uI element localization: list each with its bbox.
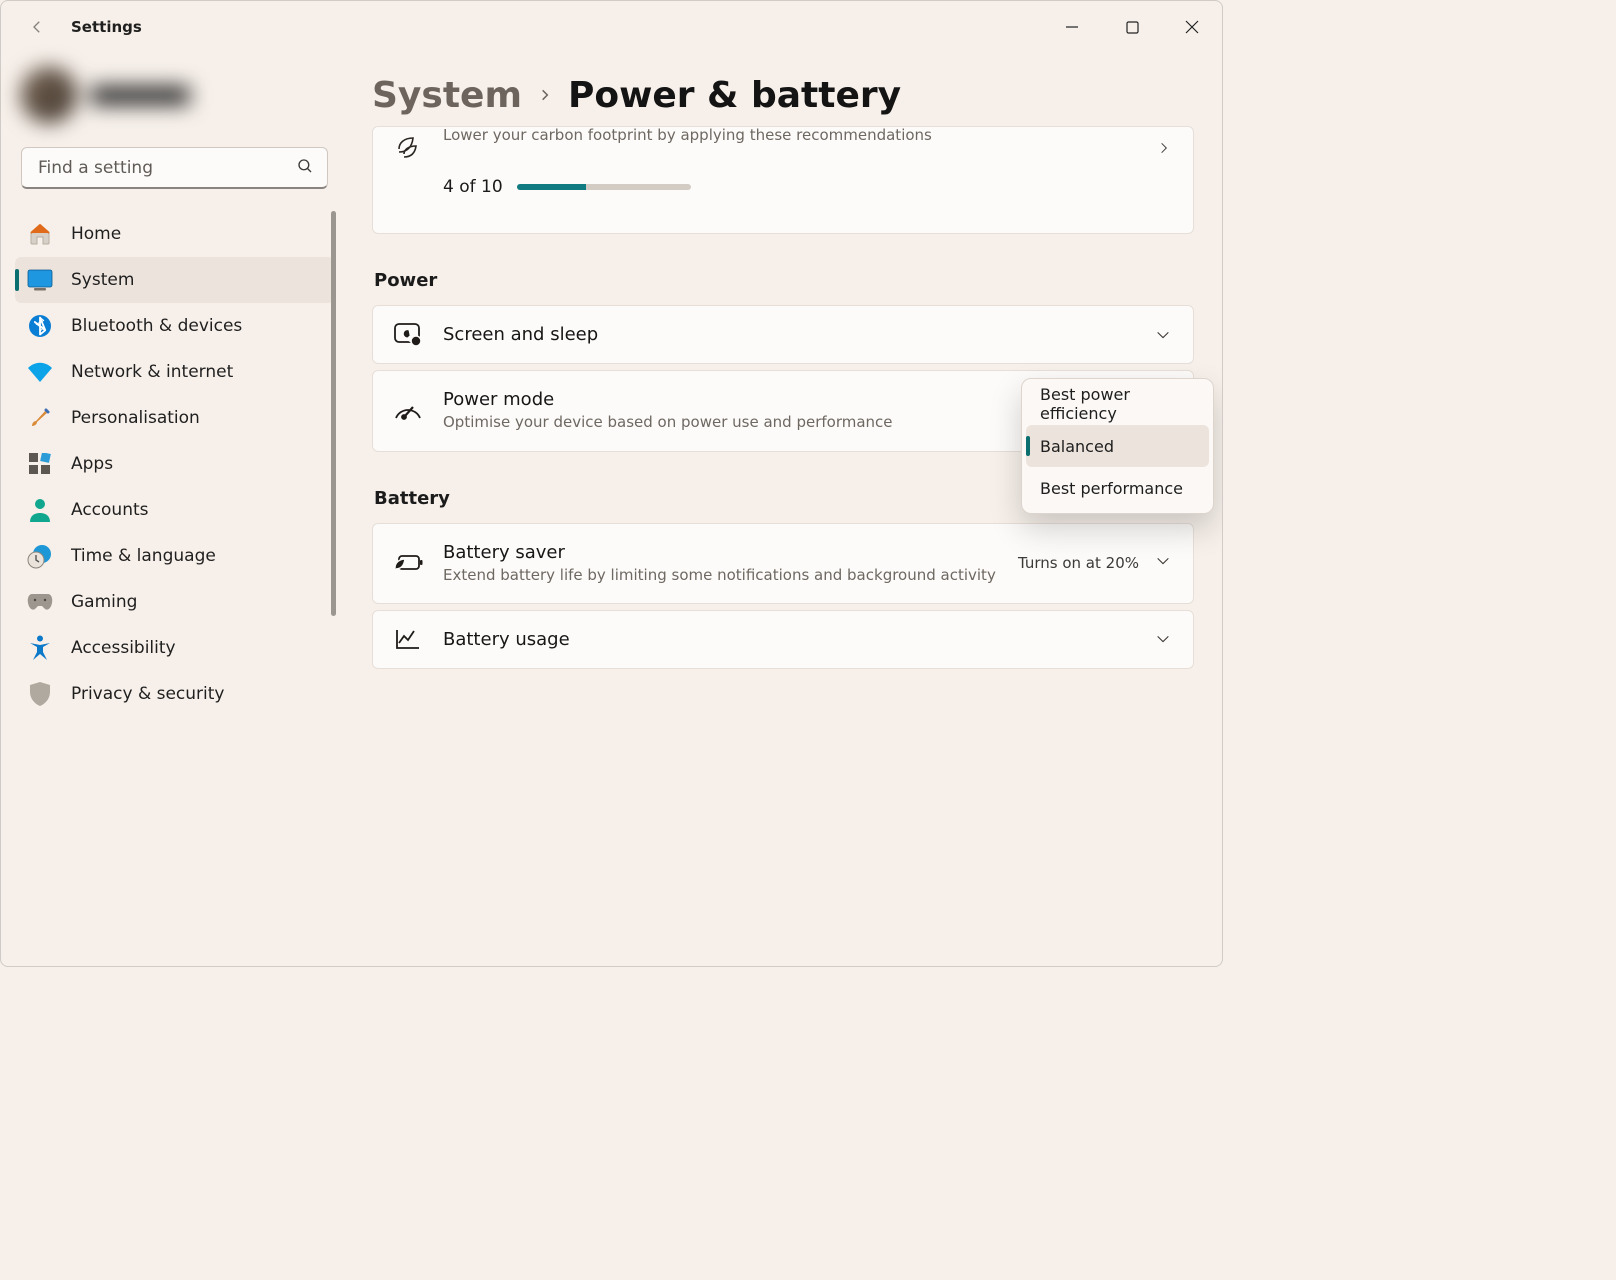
page-title: Power & battery [568, 75, 901, 116]
system-icon [27, 267, 53, 293]
battery-saver-status: Turns on at 20% [1018, 554, 1139, 572]
section-header-power: Power [374, 270, 1194, 291]
chevron-right-icon [538, 83, 552, 108]
bluetooth-icon [27, 313, 53, 339]
leaf-icon [373, 127, 443, 163]
close-button[interactable] [1162, 5, 1222, 49]
main-pane: System Power & battery Lower your carbon… [348, 53, 1222, 966]
home-icon [27, 221, 53, 247]
sidebar-item-label: Gaming [71, 592, 137, 612]
sidebar-item-label: Time & language [71, 546, 216, 566]
eco-progress-label: 4 of 10 [443, 177, 503, 197]
chart-line-icon [373, 627, 443, 651]
sidebar: ████████ Home System Bluetooth & devices [1, 53, 348, 966]
sidebar-item-label: Home [71, 224, 121, 244]
profile-name: ████████ [91, 86, 189, 105]
chevron-down-icon [1141, 327, 1193, 343]
card-title: Battery saver [443, 542, 1004, 563]
sidebar-item-label: System [71, 270, 134, 290]
back-button[interactable] [19, 9, 55, 45]
gauge-icon [373, 400, 443, 422]
power-mode-option-efficiency[interactable]: Best power efficiency [1026, 383, 1209, 425]
card-title: Battery usage [443, 629, 1141, 650]
sidebar-item-network[interactable]: Network & internet [15, 349, 334, 395]
person-icon [27, 497, 53, 523]
profile-block[interactable]: ████████ [15, 63, 334, 147]
sidebar-item-label: Privacy & security [71, 684, 225, 704]
search-input[interactable] [21, 147, 328, 189]
sidebar-item-home[interactable]: Home [15, 211, 334, 257]
sidebar-item-label: Apps [71, 454, 113, 474]
sidebar-item-label: Accounts [71, 500, 149, 520]
shield-icon [27, 681, 53, 707]
minimize-button[interactable] [1042, 5, 1102, 49]
paintbrush-icon [27, 405, 53, 431]
app-title: Settings [71, 18, 142, 36]
accessibility-icon [27, 635, 53, 661]
sidebar-item-time-language[interactable]: Time & language [15, 533, 334, 579]
breadcrumb-parent[interactable]: System [372, 75, 522, 116]
sidebar-item-system[interactable]: System [15, 257, 334, 303]
window-controls [1042, 5, 1222, 49]
sidebar-item-apps[interactable]: Apps [15, 441, 334, 487]
wifi-icon [27, 359, 53, 385]
card-subtitle: Extend battery life by limiting some not… [443, 565, 1004, 585]
breadcrumb: System Power & battery [372, 75, 1194, 116]
sidebar-item-bluetooth[interactable]: Bluetooth & devices [15, 303, 334, 349]
screen-and-sleep-card[interactable]: Screen and sleep [372, 305, 1194, 364]
maximize-button[interactable] [1102, 5, 1162, 49]
sidebar-item-label: Personalisation [71, 408, 200, 428]
search-icon [296, 157, 314, 179]
apps-icon [27, 451, 53, 477]
avatar [21, 67, 77, 123]
sidebar-item-label: Accessibility [71, 638, 176, 658]
sidebar-item-label: Network & internet [71, 362, 233, 382]
chevron-down-icon [1141, 631, 1193, 647]
screen-sleep-icon [373, 322, 443, 348]
sidebar-item-gaming[interactable]: Gaming [15, 579, 334, 625]
titlebar: Settings [1, 1, 1222, 53]
clock-globe-icon [27, 543, 53, 569]
eco-progress-bar [517, 184, 691, 190]
card-subtitle: Optimise your device based on power use … [443, 412, 953, 432]
nav-list: Home System Bluetooth & devices Network … [15, 211, 334, 966]
battery-usage-card[interactable]: Battery usage [372, 610, 1194, 669]
sidebar-item-accounts[interactable]: Accounts [15, 487, 334, 533]
power-mode-dropdown: Best power efficiency Balanced Best perf… [1021, 378, 1214, 514]
chevron-right-icon [1143, 127, 1193, 155]
battery-leaf-icon [373, 552, 443, 574]
card-title: Screen and sleep [443, 324, 1141, 345]
sidebar-item-label: Bluetooth & devices [71, 316, 242, 336]
battery-saver-card[interactable]: Battery saver Extend battery life by lim… [372, 523, 1194, 604]
search-box[interactable] [21, 147, 328, 189]
power-mode-option-balanced[interactable]: Balanced [1026, 425, 1209, 467]
gamepad-icon [27, 589, 53, 615]
sidebar-item-personalisation[interactable]: Personalisation [15, 395, 334, 441]
sidebar-item-accessibility[interactable]: Accessibility [15, 625, 334, 671]
energy-recommendations-card[interactable]: Lower your carbon footprint by applying … [372, 126, 1194, 234]
sidebar-item-privacy[interactable]: Privacy & security [15, 671, 334, 717]
chevron-down-icon [1155, 553, 1171, 573]
power-mode-option-performance[interactable]: Best performance [1026, 467, 1209, 509]
eco-subtitle: Lower your carbon footprint by applying … [443, 126, 1143, 145]
card-title: Power mode [443, 389, 953, 410]
